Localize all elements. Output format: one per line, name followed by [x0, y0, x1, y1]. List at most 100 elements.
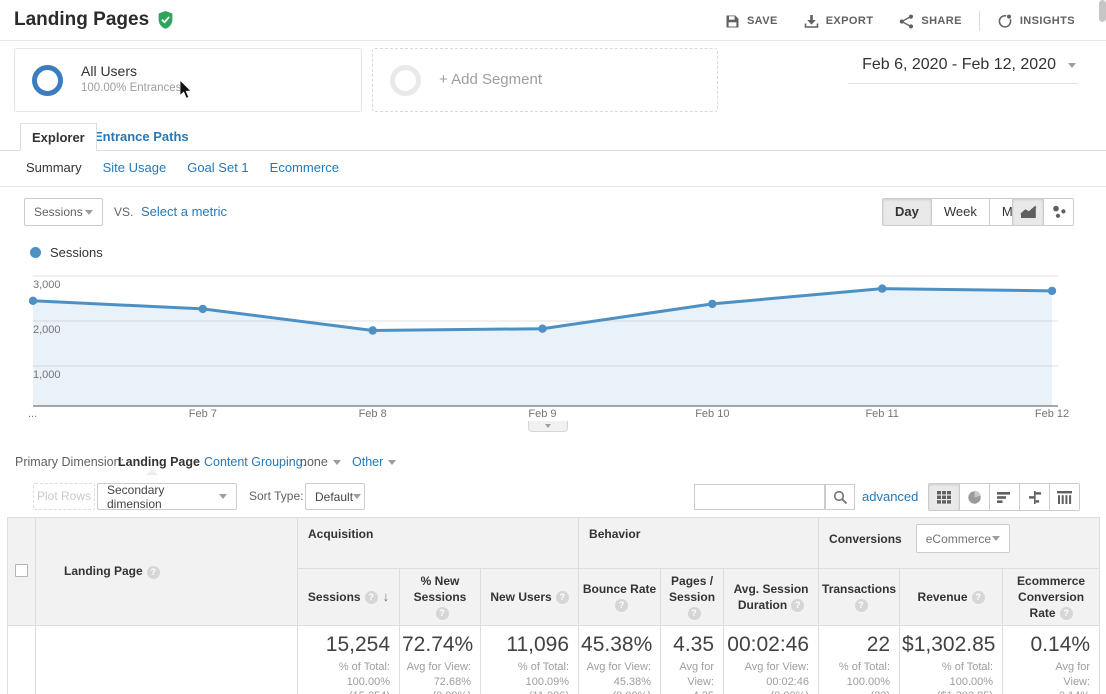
column-header-revenue[interactable]: Revenue? — [900, 569, 1003, 626]
x-axis-label: Feb 12 — [1012, 408, 1092, 420]
help-icon[interactable]: ? — [365, 591, 378, 604]
pivot-view-button[interactable] — [1049, 484, 1079, 510]
search-input[interactable] — [694, 484, 825, 510]
help-icon[interactable]: ? — [688, 607, 701, 620]
tab-entrance-paths[interactable]: Entrance Paths — [94, 129, 189, 144]
pie-chart-icon — [967, 490, 982, 505]
add-segment-label: + Add Segment — [439, 71, 542, 88]
chevron-down-icon — [333, 460, 341, 465]
help-icon[interactable]: ? — [147, 566, 160, 579]
column-header-ecommerce-rate[interactable]: Ecommerce Conversion Rate? — [1003, 569, 1100, 626]
line-chart-view-button[interactable] — [1013, 199, 1043, 225]
total-new-sessions: 72.74%Avg for View: 72.68% (0.09%) — [400, 626, 481, 694]
column-header-transactions[interactable]: Transactions? — [819, 569, 900, 626]
table-grid-icon — [937, 491, 951, 504]
column-header-sessions[interactable]: Sessions?↓ — [298, 569, 400, 626]
help-icon[interactable]: ? — [972, 591, 985, 604]
subtab-ecommerce[interactable]: Ecommerce — [270, 160, 339, 175]
scatter-chart-view-button[interactable] — [1043, 199, 1073, 225]
y-axis-tick-label: 2,000 — [33, 324, 61, 336]
chevron-down-icon — [85, 210, 93, 215]
help-icon[interactable]: ? — [615, 599, 628, 612]
mouse-cursor — [180, 80, 193, 105]
chevron-down-icon — [1068, 63, 1076, 68]
performance-view-button[interactable] — [989, 484, 1019, 510]
conversions-goal-dropdown[interactable]: eCommerce — [916, 524, 1010, 553]
granularity-day[interactable]: Day — [883, 199, 931, 225]
sort-type-dropdown[interactable]: Default — [305, 483, 365, 510]
select-metric-link[interactable]: Select a metric — [141, 204, 227, 219]
export-button[interactable]: EXPORT — [791, 11, 887, 31]
date-range-selector[interactable]: Feb 6, 2020 - Feb 12, 2020 — [848, 52, 1078, 84]
column-header-new-sessions[interactable]: % New Sessions? — [400, 569, 481, 626]
secondary-dimension-dropdown[interactable]: Secondary dimension — [97, 483, 237, 510]
content-grouping-value-dropdown[interactable]: none — [300, 455, 341, 469]
granularity-week[interactable]: Week — [931, 199, 989, 225]
help-icon[interactable]: ? — [1060, 607, 1073, 620]
comparison-view-button[interactable] — [1019, 484, 1049, 510]
data-view-button[interactable] — [929, 484, 959, 510]
data-point[interactable] — [199, 305, 207, 313]
subtab-site-usage[interactable]: Site Usage — [103, 160, 167, 175]
y-axis-tick-label: 1,000 — [33, 369, 61, 381]
help-icon[interactable]: ? — [855, 599, 868, 612]
save-icon — [725, 14, 740, 29]
search-button[interactable] — [825, 484, 855, 510]
column-header-pages-session[interactable]: Pages / Session? — [661, 569, 724, 626]
help-icon[interactable]: ? — [556, 591, 569, 604]
segment-ring-icon — [32, 65, 63, 96]
data-point[interactable] — [29, 297, 37, 305]
chart-area-fill — [33, 289, 1052, 406]
landing-page-column-header[interactable]: Landing Page? — [36, 518, 298, 626]
select-all-cell — [8, 518, 36, 626]
tab-explorer[interactable]: Explorer — [20, 123, 97, 151]
percentage-view-button[interactable] — [959, 484, 989, 510]
content-grouping-link[interactable]: Content Grouping: — [204, 455, 306, 469]
add-segment-button[interactable]: + Add Segment — [372, 48, 718, 112]
total-session-duration: 00:02:46Avg for View: 00:02:46 (0.00%) — [724, 626, 819, 694]
header-actions: SAVE EXPORT SHARE INSIGHTS — [712, 11, 1088, 31]
select-all-checkbox[interactable] — [15, 564, 28, 577]
vertical-scrollbar[interactable] — [1099, 0, 1106, 22]
plot-rows-button[interactable]: Plot Rows — [33, 483, 95, 510]
table-view-toggle — [928, 483, 1080, 511]
export-icon — [804, 14, 819, 29]
subtab-goal-set-1[interactable]: Goal Set 1 — [187, 160, 248, 175]
column-header-bounce-rate[interactable]: Bounce Rate? — [579, 569, 661, 626]
save-button[interactable]: SAVE — [712, 11, 791, 31]
insights-button[interactable]: INSIGHTS — [984, 11, 1088, 31]
metric-dropdown[interactable]: Sessions — [24, 198, 103, 226]
group-header-behavior: Behavior — [579, 518, 819, 569]
group-header-acquisition: Acquisition — [298, 518, 579, 569]
insights-icon — [997, 13, 1013, 29]
primary-dimension-landing-page[interactable]: Landing Page — [118, 455, 200, 469]
x-axis-label: Feb 9 — [503, 408, 583, 420]
subtab-summary[interactable]: Summary — [26, 160, 82, 175]
chevron-down-icon — [992, 536, 1000, 541]
segment-ring-empty-icon — [390, 65, 421, 96]
subtabs: Summary Site Usage Goal Set 1 Ecommerce — [26, 160, 339, 175]
column-header-new-users[interactable]: New Users? — [481, 569, 579, 626]
horizontal-bars-icon — [997, 491, 1012, 504]
x-axis-label: ... — [28, 408, 58, 420]
x-axis-label: Feb 7 — [163, 408, 243, 420]
advanced-search-link[interactable]: advanced — [862, 489, 918, 504]
help-icon[interactable]: ? — [791, 599, 804, 612]
landing-page-header-label: Landing Page — [64, 564, 143, 578]
legend-label: Sessions — [50, 245, 103, 260]
data-point[interactable] — [1048, 287, 1056, 295]
column-header-session-duration[interactable]: Avg. Session Duration? — [724, 569, 819, 626]
data-point[interactable] — [369, 326, 377, 334]
data-point[interactable] — [538, 325, 546, 333]
sort-desc-icon[interactable]: ↓ — [383, 589, 390, 604]
data-point[interactable] — [878, 284, 886, 292]
sort-type-label: Sort Type: — [249, 489, 303, 503]
active-dimension-notch — [146, 469, 158, 475]
data-point[interactable] — [708, 300, 716, 308]
help-icon[interactable]: ? — [436, 607, 449, 620]
other-dimension-dropdown[interactable]: Other — [352, 455, 396, 469]
share-button[interactable]: SHARE — [886, 11, 975, 31]
total-sessions: 15,254% of Total: 100.00% (15,254) — [298, 626, 400, 694]
collapse-chart-handle[interactable] — [528, 421, 568, 432]
subtabs-divider — [0, 186, 1106, 187]
